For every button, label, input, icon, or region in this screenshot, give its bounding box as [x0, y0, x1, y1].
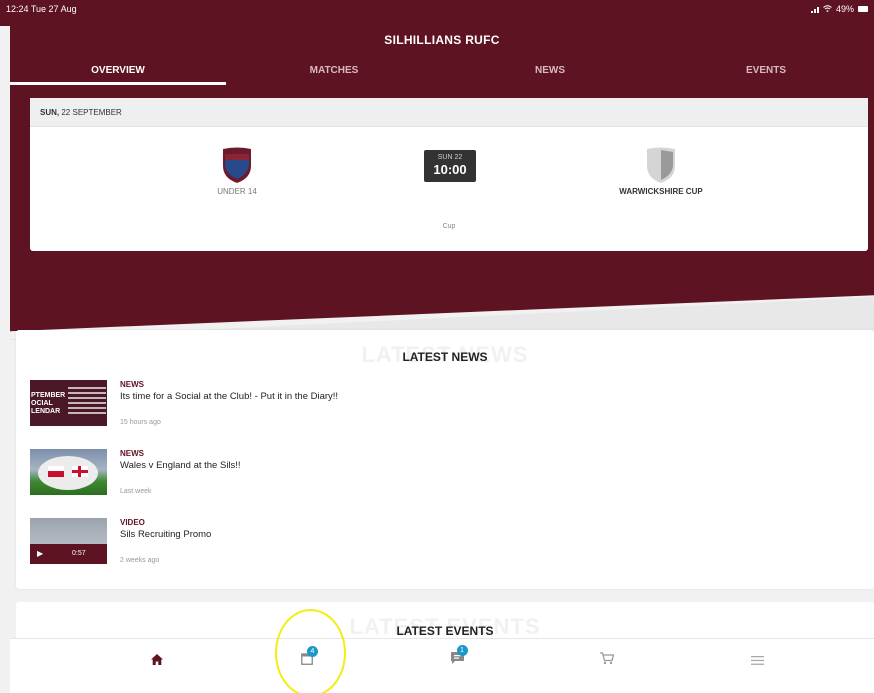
fixture-date-day: SUN,: [40, 108, 60, 117]
active-tab-indicator: [10, 82, 226, 85]
cart-icon: [600, 652, 615, 670]
chat-icon: 1: [450, 645, 468, 670]
kickoff-time: 10:00: [433, 162, 467, 177]
news-item[interactable]: NEWS Wales v England at the Sils!! Last …: [30, 449, 850, 505]
status-date: Tue 27 Aug: [30, 4, 77, 14]
competition-label: Cup: [442, 223, 456, 230]
fixture-date: SUN, 22 SEPTEMBER: [30, 98, 868, 127]
calendar-icon: 4: [301, 646, 318, 670]
status-right: 49%: [810, 4, 868, 14]
news-time: Last week: [120, 488, 152, 495]
latest-news-section: LATEST NEWS LATEST NEWS PTEMBER OCIAL LEND…: [16, 330, 874, 589]
news-title[interactable]: Sils Recruiting Promo: [120, 529, 211, 540]
fixture-card[interactable]: SUN, 22 SEPTEMBER UNDER 14 SUN 22 10:00 …: [30, 98, 868, 251]
news-title[interactable]: Its time for a Social at the Club! - Put…: [120, 391, 338, 402]
video-duration: 0:57: [72, 550, 86, 557]
tab-overview[interactable]: OVERVIEW: [10, 62, 226, 84]
battery-percent: 49%: [835, 4, 854, 14]
away-team-name: WARWICKSHIRE CUP: [619, 187, 703, 196]
rugby-ball-image: [38, 456, 98, 490]
latest-news-title: LATEST NEWS: [402, 350, 488, 364]
nav-home[interactable]: [82, 639, 232, 683]
news-category: NEWS: [120, 380, 144, 389]
news-time: 2 weeks ago: [120, 557, 160, 564]
tab-matches[interactable]: MATCHES: [226, 62, 442, 84]
wifi-icon: [823, 4, 832, 14]
news-category: NEWS: [120, 449, 144, 458]
news-title[interactable]: Wales v England at the Sils!!: [120, 460, 241, 471]
news-category: VIDEO: [120, 518, 145, 527]
thumbnail-text: PTEMBER OCIAL LENDAR: [31, 392, 66, 415]
news-item[interactable]: PTEMBER OCIAL LENDAR NEWS Its time for a S…: [30, 380, 850, 436]
nav-chat[interactable]: 1: [382, 639, 532, 683]
nav-menu[interactable]: [682, 639, 832, 683]
tab-events[interactable]: EVENTS: [658, 62, 874, 84]
kickoff-day: SUN 22: [437, 154, 463, 161]
home-team-name: UNDER 14: [217, 187, 257, 196]
kickoff-badge: SUN 22 10:00: [424, 150, 476, 182]
calendar-badge: 4: [307, 646, 318, 657]
video-thumbnail[interactable]: ▶ 0:57: [30, 518, 107, 564]
news-thumbnail: [30, 449, 107, 495]
chat-badge: 1: [456, 645, 468, 656]
play-icon[interactable]: ▶: [37, 549, 43, 558]
battery-icon: [858, 6, 868, 12]
news-thumbnail: PTEMBER OCIAL LENDAR: [30, 380, 107, 426]
status-time: 12:24: [6, 4, 29, 14]
app-header: SILHILLIANS RUFC OVERVIEW MATCHES NEWS E…: [10, 26, 874, 96]
nav-shop[interactable]: [532, 639, 682, 683]
thumbnail-list: [62, 384, 106, 417]
page-title: SILHILLIANS RUFC: [384, 33, 500, 47]
home-team-crest-icon: [221, 146, 253, 184]
status-bar: 12:24 Tue 27 Aug 49%: [0, 0, 874, 26]
nav-calendar[interactable]: 4: [232, 639, 382, 683]
tab-news[interactable]: NEWS: [442, 62, 658, 84]
fixture-date-rest: 22 SEPTEMBER: [61, 108, 122, 117]
home-icon: [151, 652, 163, 670]
signal-icon: [810, 6, 819, 13]
status-left: 12:24 Tue 27 Aug: [6, 4, 77, 14]
menu-icon: [750, 652, 764, 670]
news-item[interactable]: ▶ 0:57 VIDEO Sils Recruiting Promo 2 wee…: [30, 518, 850, 574]
tab-bar: OVERVIEW MATCHES NEWS EVENTS: [10, 62, 874, 84]
away-team-shield-icon: [645, 146, 677, 184]
video-bar: ▶ 0:57: [30, 544, 107, 564]
news-time: 15 hours ago: [120, 419, 161, 426]
latest-events-title: LATEST EVENTS: [396, 624, 494, 638]
bottom-nav: 4 1: [10, 638, 874, 693]
